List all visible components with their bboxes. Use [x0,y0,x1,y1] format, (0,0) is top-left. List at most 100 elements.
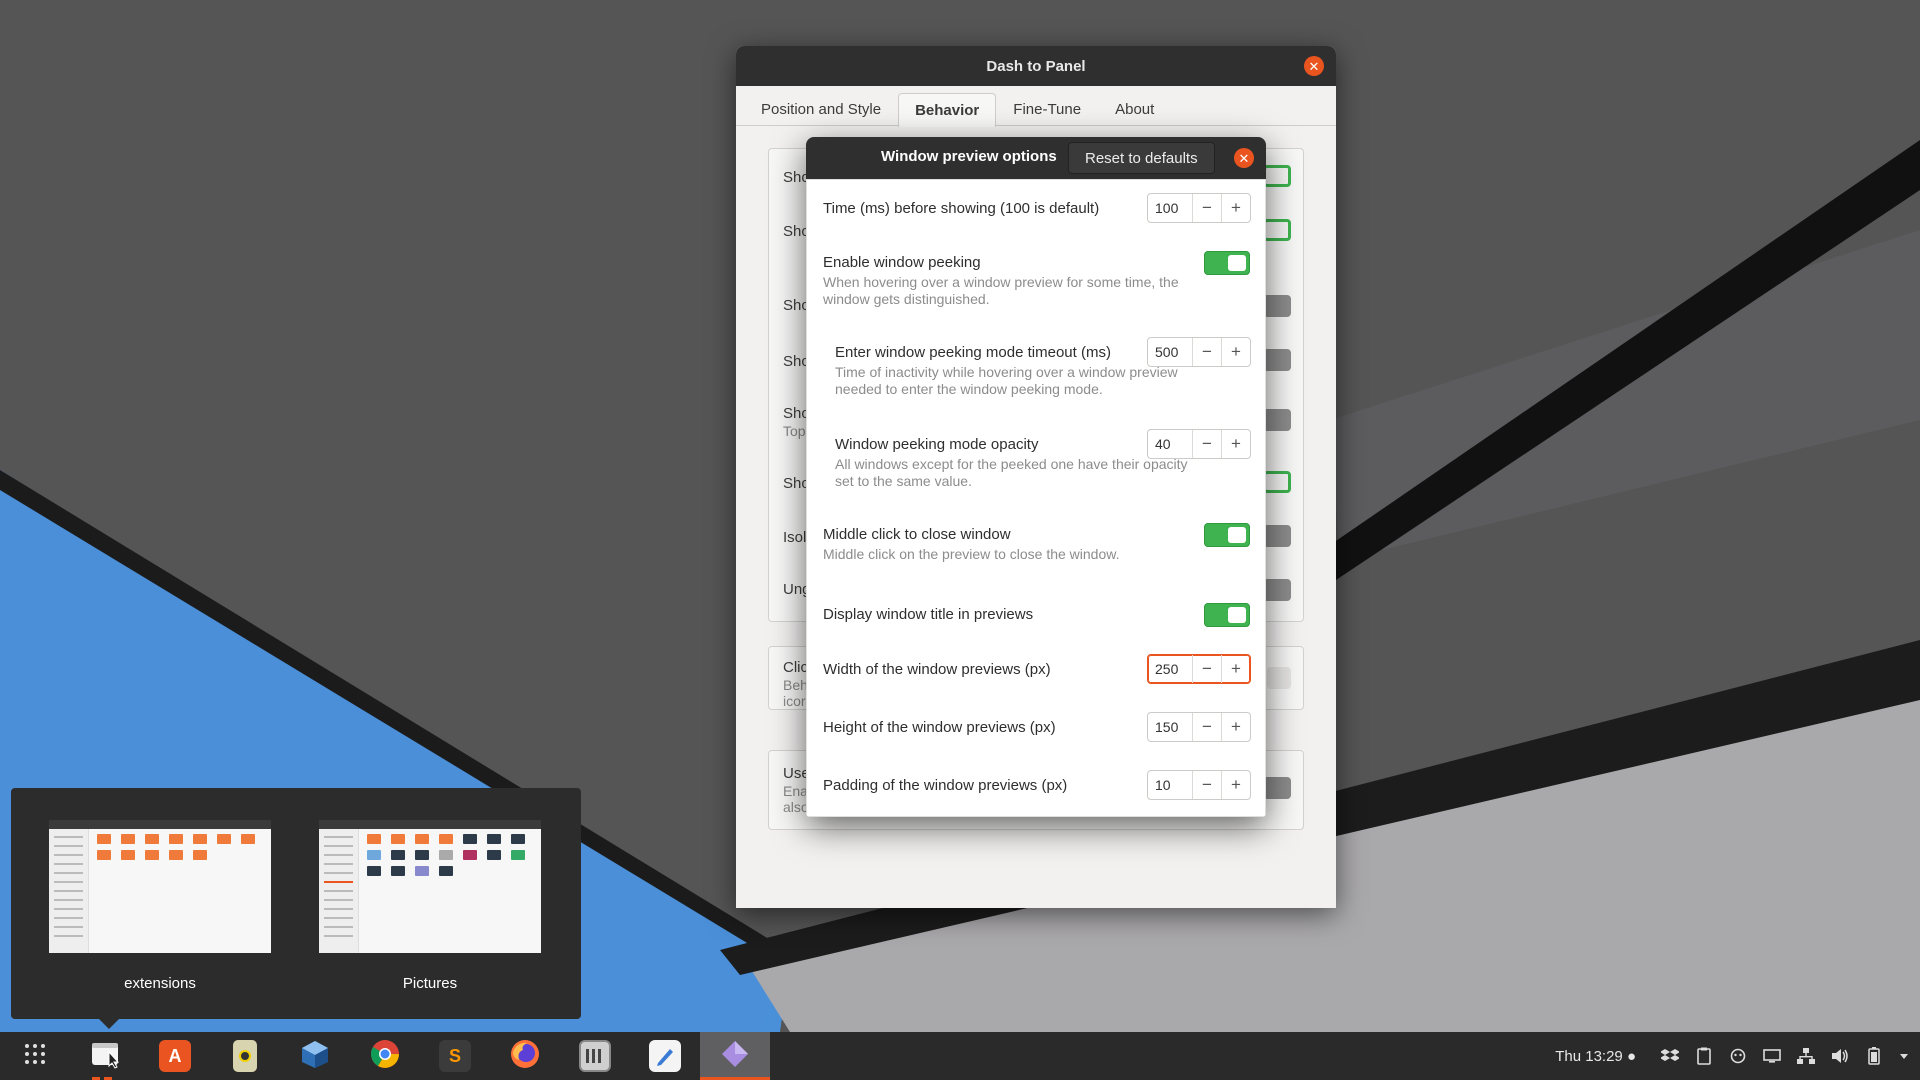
dialog-close-button[interactable]: ✕ [1234,148,1254,168]
taskbar-app-firefox[interactable] [490,1032,560,1080]
decrement-button[interactable]: − [1192,771,1221,799]
dialog-titlebar[interactable]: Window preview options Reset to defaults… [806,137,1266,179]
files-icon [89,1038,121,1074]
tab-position-and-style[interactable]: Position and Style [744,92,898,126]
tab-about[interactable]: About [1098,92,1171,126]
minus-icon: − [1202,434,1212,453]
decrement-button[interactable]: − [1192,194,1221,222]
peeking-opacity-label: Window peeking mode opacity [835,436,1039,453]
decrement-button[interactable]: − [1192,713,1221,741]
show-applications-button[interactable] [0,1032,70,1080]
plus-icon: + [1231,775,1241,794]
time-before-showing-spinner: − + [1147,193,1251,223]
tab-fine-tune[interactable]: Fine-Tune [996,92,1098,126]
window-preview-title: extensions [124,975,196,992]
setting-toggle[interactable] [1263,471,1291,493]
prefs-diamond-icon [720,1039,750,1073]
increment-button[interactable]: + [1221,713,1250,741]
enable-peeking-toggle[interactable] [1204,251,1250,275]
setting-toggle[interactable] [1263,409,1291,431]
increment-button[interactable]: + [1221,771,1250,799]
preview-height-spinner: − + [1147,712,1251,742]
preview-height-input[interactable] [1148,713,1192,741]
taskbar-app-extension-prefs[interactable] [700,1032,770,1080]
decrement-button[interactable]: − [1192,338,1221,366]
plus-icon: + [1231,198,1241,217]
close-icon: ✕ [1308,58,1320,74]
popup-pointer [99,1019,119,1029]
display-title-toggle[interactable] [1204,603,1250,627]
tab-behavior[interactable]: Behavior [898,93,997,127]
taskbar-app-software[interactable]: A [140,1032,210,1080]
minus-icon: − [1202,659,1212,678]
tab-bar: Position and Style Behavior Fine-Tune Ab… [736,86,1336,127]
toggle-knob [1228,527,1246,543]
tool-icon [233,1040,257,1072]
preview-padding-input[interactable] [1148,771,1192,799]
status-indicator-icon[interactable] [1728,1046,1748,1066]
network-icon[interactable] [1796,1046,1816,1066]
dropbox-icon[interactable] [1660,1046,1680,1066]
minus-icon: − [1202,717,1212,736]
plus-icon: + [1231,717,1241,736]
taskbar-app-virtualbox[interactable] [280,1032,350,1080]
preview-padding-spinner: − + [1147,770,1251,800]
taskbar-app-mixer[interactable] [560,1032,630,1080]
clock[interactable]: Thu 13:29 ● [1555,1048,1636,1065]
clipboard-icon[interactable] [1694,1046,1714,1066]
click-action-dropdown[interactable] [1267,667,1291,689]
decrement-button[interactable]: − [1192,430,1221,458]
preview-height-label: Height of the window previews (px) [823,719,1056,736]
reset-to-defaults-button[interactable]: Reset to defaults [1068,142,1215,174]
taskbar-app-text-editor[interactable] [630,1032,700,1080]
setting-row-label: Clic [783,659,808,676]
increment-button[interactable]: + [1221,338,1250,366]
close-icon: ✕ [1238,150,1250,166]
chrome-icon [369,1038,401,1074]
window-titlebar[interactable]: Dash to Panel ✕ [736,46,1336,86]
preview-padding-label: Padding of the window previews (px) [823,777,1068,794]
plus-icon: + [1231,434,1241,453]
increment-button[interactable]: + [1221,655,1250,683]
setting-toggle[interactable] [1263,777,1291,799]
preview-width-input[interactable] [1148,655,1192,683]
peeking-timeout-label: Enter window peeking mode timeout (ms) [835,344,1111,361]
screen-icon[interactable] [1762,1046,1782,1066]
display-title-label: Display window title in previews [823,606,1034,623]
time-before-showing-input[interactable] [1148,194,1192,222]
middle-click-toggle[interactable] [1204,523,1250,547]
enable-peeking-label: Enable window peeking [823,254,981,271]
setting-toggle[interactable] [1263,525,1291,547]
increment-button[interactable]: + [1221,430,1250,458]
plus-icon: + [1231,342,1241,361]
setting-toggle[interactable] [1263,579,1291,601]
middle-click-label: Middle click to close window [823,526,1011,543]
setting-toggle[interactable] [1263,349,1291,371]
taskbar: A S Thu 13:29 ● [0,1032,1920,1080]
window-close-button[interactable]: ✕ [1304,56,1324,76]
taskbar-app-tool[interactable] [210,1032,280,1080]
setting-toggle[interactable] [1263,219,1291,241]
battery-icon[interactable] [1864,1046,1884,1066]
preview-width-spinner: − + [1147,654,1251,684]
window-title: Dash to Panel [986,57,1086,75]
setting-toggle[interactable] [1263,165,1291,187]
window-thumbnail [49,820,271,953]
window-preview-extensions[interactable]: extensions [49,820,271,992]
taskbar-app-files[interactable] [70,1032,140,1080]
peeking-timeout-input[interactable] [1148,338,1192,366]
time-before-showing-label: Time (ms) before showing (100 is default… [823,200,1100,217]
setting-row-description: Beh [783,677,808,693]
toggle-knob [1228,607,1246,623]
taskbar-app-sublime[interactable]: S [420,1032,490,1080]
peeking-opacity-input[interactable] [1148,430,1192,458]
decrement-button[interactable]: − [1192,655,1221,683]
chevron-down-icon[interactable] [1898,1046,1910,1066]
taskbar-app-chrome[interactable] [350,1032,420,1080]
window-preview-title: Pictures [402,975,458,992]
window-preview-pictures[interactable]: Pictures [319,820,541,992]
setting-toggle[interactable] [1263,295,1291,317]
volume-icon[interactable] [1830,1046,1850,1066]
minus-icon: − [1202,775,1212,794]
increment-button[interactable]: + [1221,194,1250,222]
